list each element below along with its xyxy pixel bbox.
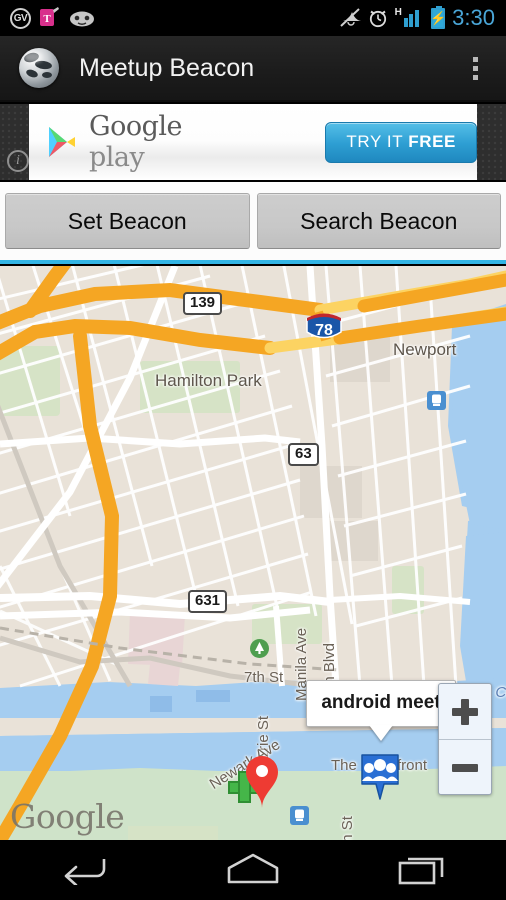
- google-voice-icon: GV: [10, 7, 31, 29]
- overflow-menu-icon[interactable]: [467, 49, 484, 88]
- zoom-in-button[interactable]: [439, 684, 491, 739]
- zoom-out-button[interactable]: [439, 740, 491, 795]
- map-view[interactable]: Newport Hamilton Park 7th St Grand St Pa…: [0, 266, 506, 840]
- battery-charging-icon: ⚡: [430, 5, 447, 29]
- route-shield-139: 139: [183, 292, 223, 315]
- cta-strong: FREE: [408, 131, 456, 151]
- back-icon: [58, 851, 110, 890]
- map-label-hamilton-park: Hamilton Park: [155, 371, 262, 390]
- phone-screen: GV T H ⚡ 3:30 Meetup Beacon i Google pla…: [0, 0, 506, 900]
- map-info-window[interactable]: android meet: [306, 680, 456, 727]
- recents-button[interactable]: [367, 840, 477, 900]
- status-bar-clock: 3:30: [452, 5, 495, 30]
- interstate-shield-78: 78: [305, 310, 343, 343]
- transit-station-icon: [427, 391, 446, 410]
- ad-banner[interactable]: i Google play TRY IT FREE: [0, 104, 506, 180]
- map-label-warren-st: Warren St: [339, 816, 356, 840]
- map-label-the: The: [331, 757, 357, 774]
- ad-brand-light: play: [89, 142, 145, 173]
- status-bar-notification-icons: GV T: [0, 6, 95, 30]
- route-shield-63: 63: [288, 443, 319, 466]
- charging-bolt-icon: ⚡: [430, 10, 447, 26]
- map-zoom-controls[interactable]: [438, 683, 492, 795]
- mute-icon: [339, 8, 361, 28]
- alarm-icon: [368, 8, 388, 28]
- back-button[interactable]: [29, 840, 139, 900]
- signal-icon: H: [394, 7, 425, 27]
- home-icon: [225, 852, 281, 889]
- action-bar: Meetup Beacon: [0, 36, 506, 102]
- transit-station-icon: [290, 806, 309, 825]
- search-beacon-button[interactable]: Search Beacon: [256, 193, 501, 249]
- red-pin-marker-icon[interactable]: [243, 753, 281, 809]
- navigation-bar: [0, 840, 506, 900]
- status-bar-system-icons: H ⚡ 3:30: [339, 5, 506, 30]
- network-type-label: H: [394, 7, 402, 18]
- home-button[interactable]: [198, 840, 308, 900]
- route-shield-631: 631: [188, 590, 228, 613]
- ad-creative[interactable]: Google play TRY IT FREE: [29, 104, 477, 180]
- ad-brand: Google play: [89, 111, 237, 173]
- zoom-out-icon: [452, 755, 478, 781]
- map-label-7th-st: 7th St: [244, 669, 284, 686]
- set-beacon-button[interactable]: Set Beacon: [5, 193, 250, 249]
- ad-brand-strong: Google: [89, 111, 182, 142]
- cyanogenmod-icon: [69, 10, 95, 27]
- google-watermark: Google: [10, 797, 125, 836]
- recents-icon: [397, 851, 447, 890]
- interstate-shield-label: 78: [315, 322, 333, 339]
- info-icon[interactable]: i: [7, 150, 29, 172]
- status-bar: GV T H ⚡ 3:30: [0, 0, 506, 36]
- beacon-actions-bar: Set Beacon Search Beacon: [0, 182, 506, 264]
- globe-icon: [19, 48, 59, 88]
- map-label-newport: Newport: [393, 340, 457, 359]
- tmobile-icon: T: [40, 6, 60, 30]
- try-it-free-button[interactable]: TRY IT FREE: [325, 121, 477, 163]
- park-tree-icon: [250, 639, 269, 658]
- group-marker-icon[interactable]: [358, 751, 402, 803]
- cta-prefix: TRY IT: [346, 131, 409, 151]
- svg-text:T: T: [43, 13, 51, 25]
- info-window-title: android meet: [321, 692, 441, 713]
- zoom-in-icon: [452, 698, 478, 725]
- google-play-icon: [47, 126, 77, 158]
- page-title: Meetup Beacon: [79, 53, 255, 82]
